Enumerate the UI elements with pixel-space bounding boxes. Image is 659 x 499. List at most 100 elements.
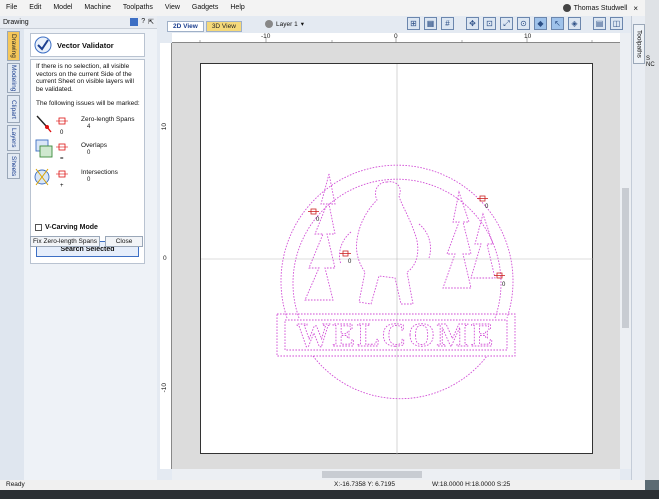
align-icon[interactable]: ⊞	[407, 17, 420, 30]
tab-sheets[interactable]: Sheets	[7, 153, 20, 179]
side-tabs: Drawing Modeling Clipart Layers Sheets	[0, 29, 24, 480]
user-icon	[562, 4, 571, 12]
zoom-box-icon[interactable]: ⊡	[483, 17, 496, 30]
menu-view[interactable]: View	[159, 0, 186, 16]
issue-zero-length: 0 Zero-length Spans 4	[34, 112, 144, 138]
issue-label: Zero-length Spans	[81, 116, 135, 123]
issue-marker: +	[60, 183, 64, 189]
vcarve-checkbox[interactable]	[35, 224, 42, 231]
v-ruler-label: -10	[161, 383, 168, 393]
background-window-strip: S NC	[645, 0, 659, 480]
tab-clipart[interactable]: Clipart	[7, 95, 20, 123]
zero-marker-label: 0	[316, 217, 320, 223]
h-ruler-label: 0	[394, 33, 398, 40]
vcarve-label: V-Carving Mode	[45, 224, 98, 231]
scroll-thumb[interactable]	[622, 188, 629, 328]
horizontal-ruler: -10 0 10	[172, 33, 620, 43]
status-ready: Ready	[6, 481, 25, 488]
tab-modeling[interactable]: Modeling	[7, 63, 20, 93]
issue-count: 0	[87, 150, 91, 156]
issue-label: Intersections	[81, 169, 118, 176]
menu-edit[interactable]: Edit	[23, 0, 47, 16]
status-bar: Ready X:-16.7358 Y: 6.7195 W:18.0000 H:1…	[0, 480, 645, 490]
h-ruler-label: 10	[524, 33, 532, 40]
dock-icon[interactable]	[130, 18, 139, 26]
tab-drawing[interactable]: Drawing	[7, 31, 20, 61]
vv-issues-label: The following issues will be marked:	[36, 100, 140, 107]
cursor-coordinates: X:-16.7358 Y: 6.7195	[334, 481, 395, 488]
grid-icon[interactable]: #	[441, 17, 454, 30]
close-button[interactable]: Close	[105, 236, 143, 247]
zero-marker-label: 0	[502, 282, 506, 288]
user-name: Thomas Studwell	[573, 4, 628, 12]
layer-name: Layer 1	[276, 20, 298, 28]
issue-count: 0	[87, 177, 91, 183]
h-ruler-label: -10	[261, 33, 271, 40]
vv-title: Vector Validator	[57, 40, 114, 50]
v-ruler-label: 10	[161, 123, 168, 131]
issue-label: Overlaps	[81, 142, 108, 149]
vv-title-bar: Vector Validator	[30, 33, 145, 57]
v-ruler-label: 0	[163, 255, 167, 262]
vv-description: If there is no selection, all visible ve…	[36, 63, 134, 93]
panel-header-icons: ? ⇱	[130, 18, 157, 26]
desktop-background	[0, 490, 659, 499]
pin-icon[interactable]: ⇱	[148, 18, 154, 26]
zero-marker-label: 0	[348, 259, 352, 265]
horizontal-scrollbar[interactable]	[172, 469, 620, 480]
menu-file[interactable]: File	[0, 0, 23, 16]
zoom-extents-icon[interactable]: ⤢	[500, 17, 513, 30]
material-sheet: WELCOME 0 0 0 0	[200, 63, 594, 455]
scroll-thumb[interactable]	[322, 471, 422, 478]
tab-2d-view[interactable]: 2D View	[167, 21, 204, 32]
vv-options-box: If there is no selection, all visible ve…	[30, 59, 145, 264]
panel-header: Drawing ? ⇱	[0, 16, 157, 29]
menubar: File Edit Model Machine Toolpaths View G…	[0, 0, 645, 16]
view-toolbar: ⊞ ▦ # ✥ ⊡ ⤢ ⊙ ◆ ↖ ◈ ▤ ◫	[407, 17, 623, 30]
chevron-down-icon: ▾	[300, 21, 304, 28]
issue-overlaps: = Overlaps 0	[34, 138, 144, 164]
drawing-canvas[interactable]: WELCOME 0 0 0 0	[172, 43, 620, 469]
close-window-button[interactable]: ×	[630, 4, 641, 13]
issue-marker: =	[60, 156, 64, 162]
view-tabs: 2D View 3D View	[167, 21, 242, 32]
zero-length-spans-icon: 0	[36, 115, 68, 136]
split-view-icon[interactable]: ◫	[610, 17, 623, 30]
overlaps-icon: =	[35, 139, 68, 162]
pan-icon[interactable]: ✥	[466, 17, 479, 30]
selection-dimensions: W:18.0000 H:18.0000 S:25	[432, 481, 511, 488]
welcome-text: WELCOME	[296, 317, 495, 354]
vector-drawing: WELCOME 0 0 0 0	[201, 64, 594, 455]
help-icon[interactable]: ?	[141, 18, 145, 26]
menu-gadgets[interactable]: Gadgets	[186, 0, 224, 16]
layout-icon[interactable]: ▤	[593, 17, 606, 30]
background-window-text: S NC	[646, 56, 655, 68]
layer-icon	[265, 20, 273, 28]
vertical-scrollbar[interactable]	[620, 33, 631, 469]
menu-machine[interactable]: Machine	[78, 0, 116, 16]
snap-grid-icon[interactable]: ▦	[424, 17, 437, 30]
panel-title: Drawing	[3, 18, 29, 26]
fix-zero-length-button[interactable]: Fix Zero-length Spans	[30, 236, 100, 247]
toolpaths-side-panel: Toolpaths	[631, 16, 645, 480]
intersections-icon: +	[34, 168, 68, 189]
vector-validator-panel: Vector Validator If there is no selectio…	[24, 29, 157, 480]
node-edit-icon[interactable]: ◆	[534, 17, 547, 30]
select-icon[interactable]: ↖	[551, 17, 564, 30]
tab-3d-view[interactable]: 3D View	[205, 21, 242, 32]
vector-validator-icon	[34, 36, 52, 54]
issue-count: 4	[87, 124, 91, 130]
issue-intersections: + Intersections 0	[34, 165, 144, 191]
layer-selector[interactable]: Layer 1 ▾	[265, 20, 304, 28]
menu-help[interactable]: Help	[224, 0, 250, 16]
user-account[interactable]: Thomas Studwell ×	[562, 4, 645, 13]
vertical-ruler: 10 0 -10	[160, 43, 172, 469]
vcarve-option[interactable]: V-Carving Mode	[35, 224, 98, 231]
zoom-icon[interactable]: ⊙	[517, 17, 530, 30]
menu-model[interactable]: Model	[47, 0, 78, 16]
menu-toolpaths[interactable]: Toolpaths	[117, 0, 159, 16]
issue-marker: 0	[60, 130, 64, 136]
transform-icon[interactable]: ◈	[568, 17, 581, 30]
tab-toolpaths[interactable]: Toolpaths	[633, 24, 645, 64]
tab-layers[interactable]: Layers	[7, 125, 20, 151]
